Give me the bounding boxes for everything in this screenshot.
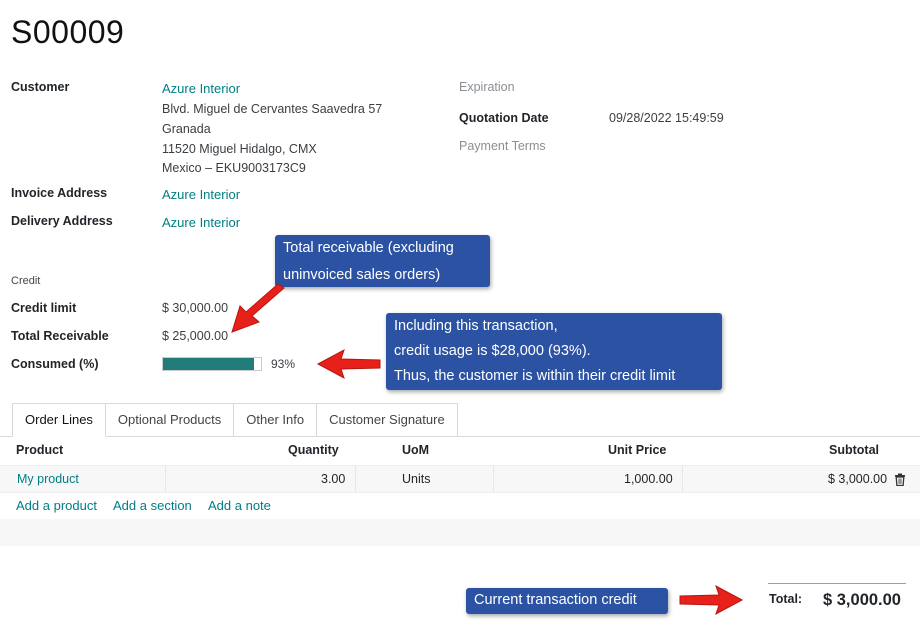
total-label: Total: bbox=[769, 592, 803, 606]
tab-customer-signature[interactable]: Customer Signature bbox=[316, 403, 458, 437]
callout-text: Thus, the customer is within their credi… bbox=[394, 368, 676, 384]
invoice-address-link[interactable]: Azure Interior bbox=[162, 187, 240, 202]
callout-text: uninvoiced sales orders) bbox=[283, 267, 441, 283]
row-subtotal: $ 3,000.00 bbox=[828, 472, 888, 486]
customer-link[interactable]: Azure Interior bbox=[162, 81, 240, 96]
arrow-to-total bbox=[679, 584, 744, 616]
row-quantity[interactable]: 3.00 bbox=[321, 472, 345, 486]
row-uom[interactable]: Units bbox=[402, 472, 430, 486]
row-unit-price[interactable]: 1,000.00 bbox=[624, 472, 673, 486]
credit-limit-value: $ 30,000.00 bbox=[162, 301, 229, 315]
customer-address-line: Granada bbox=[162, 122, 211, 136]
total-value: $ 3,000.00 bbox=[823, 591, 901, 609]
order-lines-header: Product Quantity UoM Unit Price Subtotal bbox=[0, 437, 920, 464]
invoice-address-label: Invoice Address bbox=[11, 186, 108, 200]
row-product[interactable]: My product bbox=[17, 472, 79, 486]
column-header-subtotal[interactable]: Subtotal bbox=[829, 443, 879, 457]
payment-terms-label: Payment Terms bbox=[459, 139, 546, 153]
total-receivable-value: $ 25,000.00 bbox=[162, 329, 229, 343]
delivery-address-link[interactable]: Azure Interior bbox=[162, 215, 240, 230]
customer-address-line: Mexico – EKU9003173C9 bbox=[162, 161, 306, 175]
callout-text: Current transaction credit bbox=[474, 592, 637, 608]
consumed-progress-bar bbox=[162, 357, 262, 371]
total-receivable-label: Total Receivable bbox=[11, 329, 109, 343]
callout-text: Including this transaction, bbox=[394, 318, 558, 334]
usage-callout: Including this transaction, credit usage… bbox=[386, 313, 722, 390]
tab-other-info[interactable]: Other Info bbox=[233, 403, 318, 437]
add-section-link[interactable]: Add a section bbox=[113, 498, 192, 513]
add-note-link[interactable]: Add a note bbox=[208, 498, 271, 513]
callout-text: credit usage is $28,000 (93%). bbox=[394, 343, 591, 359]
column-header-unit-price[interactable]: Unit Price bbox=[608, 443, 666, 457]
credit-section-label: Credit bbox=[11, 275, 41, 287]
consumed-percent: 93% bbox=[271, 357, 296, 371]
total-divider bbox=[768, 583, 906, 584]
column-header-uom[interactable]: UoM bbox=[402, 443, 429, 457]
consumed-label: Consumed (%) bbox=[11, 357, 99, 371]
empty-row bbox=[0, 519, 920, 546]
column-header-product[interactable]: Product bbox=[16, 443, 63, 457]
customer-label: Customer bbox=[11, 80, 70, 94]
add-line-links: Add a product Add a section Add a note bbox=[0, 493, 920, 519]
trash-icon[interactable] bbox=[894, 473, 906, 486]
credit-limit-label: Credit limit bbox=[11, 301, 77, 315]
customer-address-line: Blvd. Miguel de Cervantes Saavedra 57 bbox=[162, 102, 383, 116]
add-product-link[interactable]: Add a product bbox=[16, 498, 97, 513]
callout-text: Total receivable (excluding bbox=[283, 240, 454, 256]
page-title: S00009 bbox=[11, 14, 125, 50]
receivable-callout: Total receivable (excluding uninvoiced s… bbox=[275, 235, 490, 287]
customer-address-line: 11520 Miguel Hidalgo, CMX bbox=[162, 142, 317, 156]
consumed-progress-fill bbox=[163, 358, 255, 370]
column-header-quantity[interactable]: Quantity bbox=[288, 443, 339, 457]
table-row[interactable]: My product 3.00 Units 1,000.00 $ 3,000.0… bbox=[0, 465, 920, 493]
arrow-to-receivable bbox=[231, 283, 285, 333]
current-credit-callout: Current transaction credit bbox=[466, 588, 668, 614]
quotation-date-label: Quotation Date bbox=[459, 111, 549, 125]
tab-order-lines[interactable]: Order Lines bbox=[12, 403, 106, 437]
quotation-date-value[interactable]: 09/28/2022 15:49:59 bbox=[609, 111, 724, 125]
arrow-to-consumed bbox=[316, 348, 381, 380]
tab-optional-products[interactable]: Optional Products bbox=[104, 403, 235, 437]
expiration-label: Expiration bbox=[459, 80, 515, 94]
notebook-tabs: Order Lines Optional Products Other Info… bbox=[12, 403, 458, 437]
delivery-address-label: Delivery Address bbox=[11, 214, 113, 228]
